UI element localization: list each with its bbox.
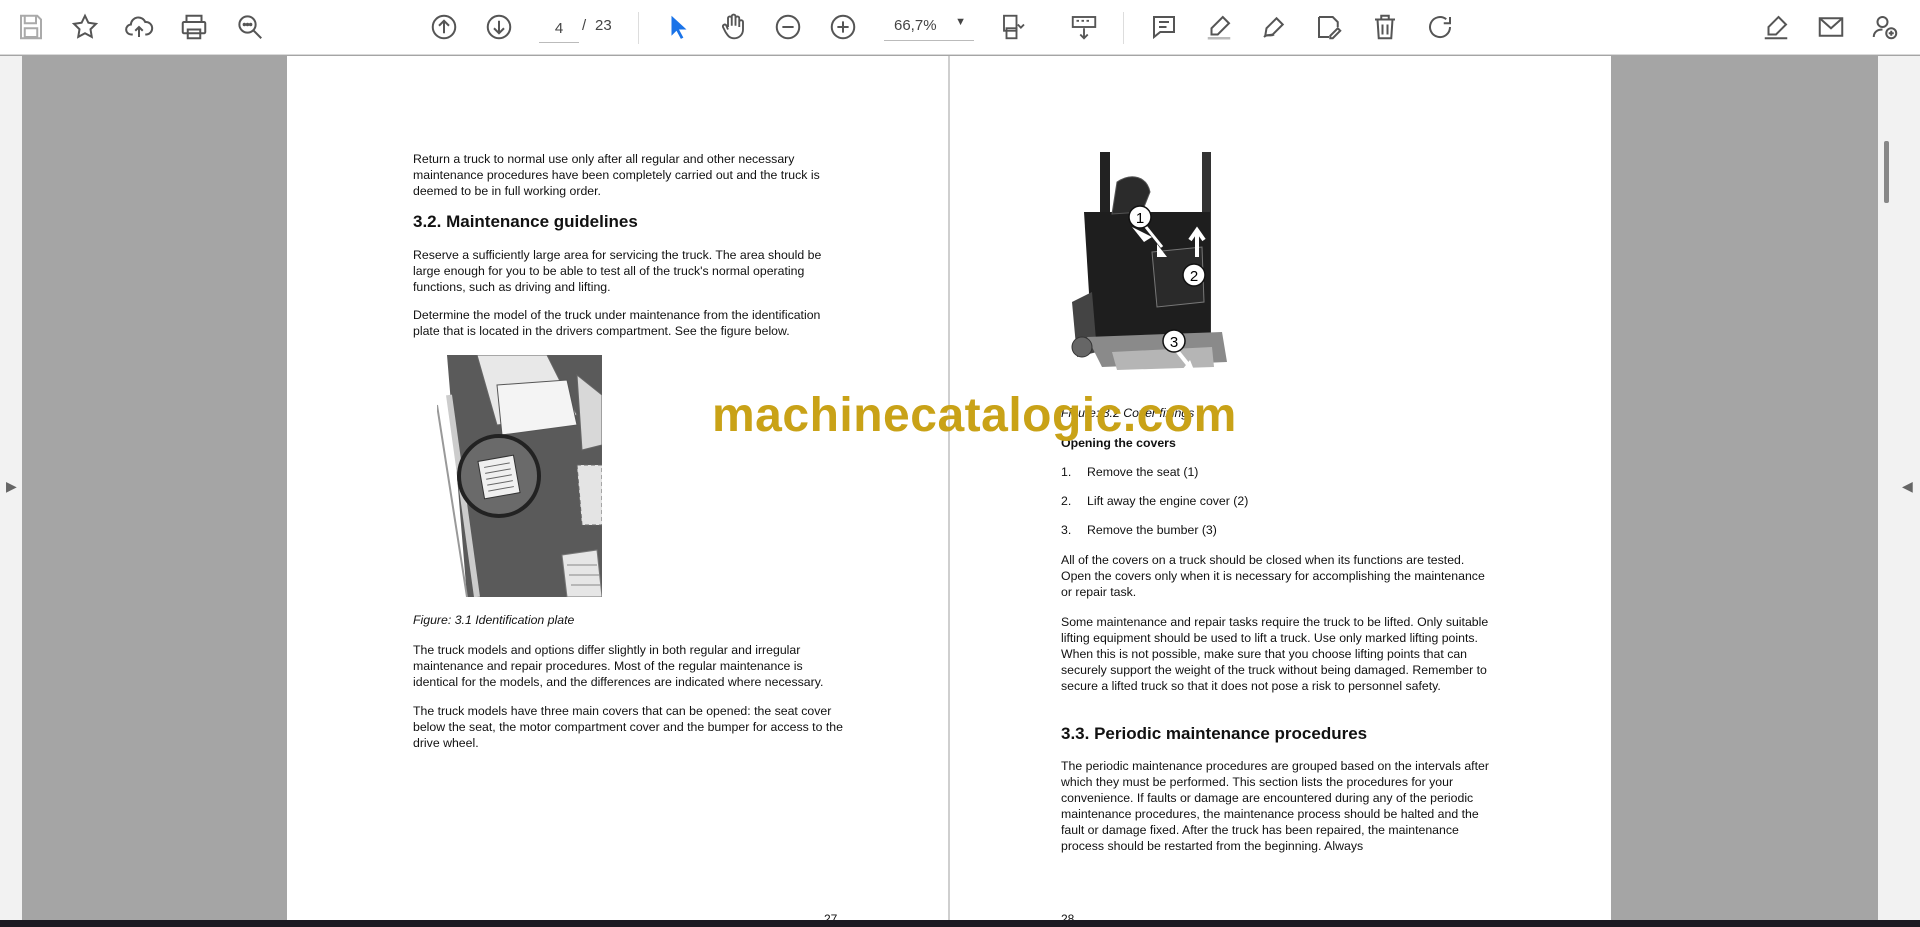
callout-1: 1 (1136, 210, 1144, 227)
page-separator: / (582, 17, 587, 34)
sign-icon[interactable] (1757, 8, 1795, 46)
select-cursor-icon[interactable] (660, 8, 698, 46)
figure-caption: Figure: 3.1 Identification plate (413, 613, 575, 627)
cover-fixings-figure: 1 2 3 (1062, 152, 1232, 377)
paragraph: The truck models and options differ slig… (413, 643, 824, 689)
list-item: 1. Remove the seat (1) (1061, 465, 1199, 479)
draw-icon[interactable] (1255, 8, 1293, 46)
paragraph: Reserve a sufficiently large area for se… (413, 248, 822, 294)
page-total: 23 (595, 17, 612, 34)
add-user-icon[interactable] (1866, 8, 1904, 46)
taskbar-edge (0, 920, 1920, 927)
print-icon[interactable] (175, 8, 213, 46)
edit-doc-icon[interactable] (1310, 8, 1348, 46)
left-panel-toggle[interactable]: ▶ (0, 56, 22, 920)
chevron-down-icon: ▼ (955, 16, 966, 28)
hand-pan-icon[interactable] (714, 8, 752, 46)
list-item: 3. Remove the bumber (3) (1061, 523, 1217, 537)
paragraph: The periodic maintenance procedures are … (1061, 759, 1489, 853)
toolbar-divider (638, 12, 639, 44)
zoom-value: 66,7% (894, 17, 937, 34)
zoom-select[interactable]: 66,7% ▼ (884, 14, 974, 41)
paragraph: Some maintenance and repair tasks requir… (1061, 615, 1489, 693)
delete-icon[interactable] (1366, 8, 1404, 46)
save-icon[interactable] (12, 8, 50, 46)
paragraph: Return a truck to normal use only after … (413, 152, 820, 198)
upload-cloud-icon[interactable] (120, 8, 158, 46)
identification-plate-figure (437, 355, 602, 597)
page-28: 1 2 3 Figure: 3.2 Cover fixings Opening … (950, 56, 1611, 926)
callout-2: 2 (1190, 268, 1198, 285)
comment-icon[interactable] (1145, 8, 1183, 46)
bookmark-star-icon[interactable] (66, 8, 104, 46)
highlight-pen-icon[interactable] (1200, 8, 1238, 46)
page-number-input[interactable] (539, 14, 579, 43)
list-item: 2. Lift away the engine cover (2) (1061, 494, 1249, 508)
expand-right-icon[interactable]: ▶ (6, 478, 17, 495)
section-heading: 3.2. Maintenance guidelines (413, 212, 638, 231)
section-heading: 3.3. Periodic maintenance procedures (1061, 724, 1368, 743)
toolbar: / 23 66,7% ▼ (0, 0, 1920, 55)
prev-page-icon[interactable] (425, 8, 463, 46)
zoom-out-icon[interactable] (769, 8, 807, 46)
toolbar-divider (1123, 12, 1124, 44)
fit-page-icon[interactable] (1065, 8, 1103, 46)
watermark: machinecatalogic.com (712, 389, 1237, 442)
page-27: Return a truck to normal use only after … (287, 56, 948, 926)
zoom-search-icon[interactable] (231, 8, 269, 46)
rotate-icon[interactable] (1421, 8, 1459, 46)
paragraph: All of the covers on a truck should be c… (1061, 553, 1485, 599)
vertical-scrollbar[interactable] (1884, 141, 1889, 203)
expand-left-icon[interactable]: ◀ (1902, 478, 1913, 495)
zoom-in-icon[interactable] (824, 8, 862, 46)
next-page-icon[interactable] (480, 8, 518, 46)
email-icon[interactable] (1812, 8, 1850, 46)
document-viewer: ▶ Return a truck to normal use only afte… (0, 56, 1920, 926)
paragraph: The truck models have three main covers … (413, 704, 843, 750)
paragraph: Determine the model of the truck under m… (413, 308, 821, 338)
callout-3: 3 (1170, 334, 1178, 351)
page-layout-icon[interactable] (995, 8, 1033, 46)
